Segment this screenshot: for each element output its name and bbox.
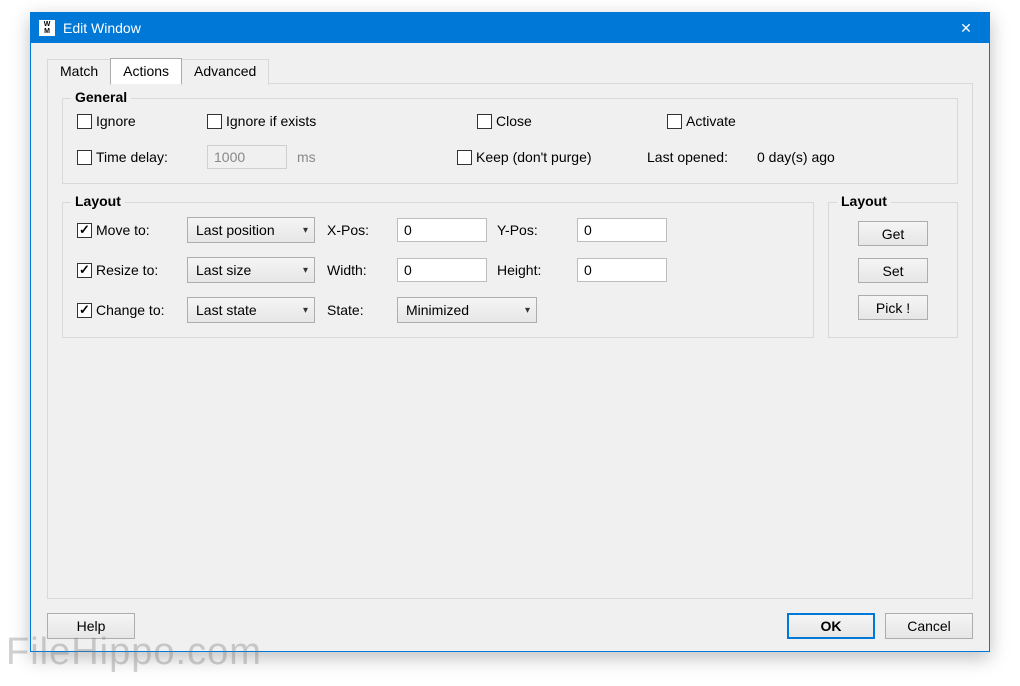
group-layout-side: Layout Get Set Pick ! xyxy=(828,202,958,338)
client-area: Match Actions Advanced General Ignore Ig… xyxy=(31,43,989,651)
checkbox-resize-to[interactable]: Resize to: xyxy=(77,262,187,278)
checkbox-box-icon xyxy=(477,114,492,129)
layout-groups-row: Layout Move to: Last position ▾ xyxy=(62,202,958,338)
checkbox-keep[interactable]: Keep (don't purge) xyxy=(457,149,647,165)
checkbox-box-icon xyxy=(77,223,92,238)
checkbox-label: Move to: xyxy=(96,222,150,238)
checkbox-label: Ignore if exists xyxy=(226,113,316,129)
width-input[interactable] xyxy=(397,258,487,282)
titlebar: WM Edit Window ✕ xyxy=(31,13,989,43)
select-move-to[interactable]: Last position ▾ xyxy=(187,217,315,243)
pick-button[interactable]: Pick ! xyxy=(858,295,928,320)
checkbox-ignore-if-exists[interactable]: Ignore if exists xyxy=(207,113,477,129)
select-state[interactable]: Minimized ▾ xyxy=(397,297,537,323)
state-label: State: xyxy=(327,302,397,318)
group-general: General Ignore Ignore if exists Close xyxy=(62,98,958,184)
xpos-input[interactable] xyxy=(397,218,487,242)
set-button[interactable]: Set xyxy=(858,258,928,283)
tab-panel-actions: General Ignore Ignore if exists Close xyxy=(47,83,973,599)
select-value: Last position xyxy=(196,222,275,238)
chevron-down-icon: ▾ xyxy=(525,305,530,316)
width-label: Width: xyxy=(327,262,397,278)
ypos-input[interactable] xyxy=(577,218,667,242)
checkbox-box-icon xyxy=(77,303,92,318)
select-value: Last state xyxy=(196,302,257,318)
chevron-down-icon: ▾ xyxy=(303,225,308,236)
checkbox-label: Resize to: xyxy=(96,262,158,278)
group-layout: Layout Move to: Last position ▾ xyxy=(62,202,814,338)
checkbox-label: Keep (don't purge) xyxy=(476,149,592,165)
close-icon[interactable]: ✕ xyxy=(943,13,989,43)
checkbox-label: Change to: xyxy=(96,302,165,318)
select-resize-to[interactable]: Last size ▾ xyxy=(187,257,315,283)
checkbox-label: Time delay: xyxy=(96,149,168,165)
tab-actions[interactable]: Actions xyxy=(110,58,182,84)
checkbox-box-icon xyxy=(77,263,92,278)
checkbox-box-icon xyxy=(77,150,92,165)
chevron-down-icon: ▾ xyxy=(303,265,308,276)
tab-advanced[interactable]: Advanced xyxy=(181,59,269,85)
select-value: Last size xyxy=(196,262,251,278)
ypos-label: Y-Pos: xyxy=(497,222,577,238)
edit-window-dialog: WM Edit Window ✕ Match Actions Advanced … xyxy=(30,12,990,652)
checkbox-label: Close xyxy=(496,113,532,129)
tab-match[interactable]: Match xyxy=(47,59,111,85)
height-input[interactable] xyxy=(577,258,667,282)
window-title: Edit Window xyxy=(63,20,943,36)
select-value: Minimized xyxy=(406,302,469,318)
checkbox-close[interactable]: Close xyxy=(477,113,667,129)
chevron-down-icon: ▾ xyxy=(303,305,308,316)
checkbox-label: Ignore xyxy=(96,113,136,129)
tabstrip: Match Actions Advanced xyxy=(47,57,973,83)
height-label: Height: xyxy=(497,262,577,278)
last-opened-label: Last opened: xyxy=(647,149,757,165)
app-icon: WM xyxy=(39,20,55,36)
checkbox-box-icon xyxy=(667,114,682,129)
checkbox-box-icon xyxy=(77,114,92,129)
checkbox-move-to[interactable]: Move to: xyxy=(77,222,187,238)
checkbox-label: Activate xyxy=(686,113,736,129)
checkbox-box-icon xyxy=(207,114,222,129)
time-delay-unit: ms xyxy=(297,149,457,165)
dialog-footer: Help OK Cancel xyxy=(47,599,973,639)
checkbox-activate[interactable]: Activate xyxy=(667,113,736,129)
checkbox-ignore[interactable]: Ignore xyxy=(77,113,207,129)
checkbox-time-delay[interactable]: Time delay: xyxy=(77,149,207,165)
time-delay-input[interactable] xyxy=(207,145,287,169)
last-opened-value: 0 day(s) ago xyxy=(757,149,835,165)
checkbox-change-to[interactable]: Change to: xyxy=(77,302,187,318)
ok-button[interactable]: OK xyxy=(787,613,875,639)
legend-layout-side: Layout xyxy=(837,193,891,209)
select-change-to[interactable]: Last state ▾ xyxy=(187,297,315,323)
legend-general: General xyxy=(71,89,131,105)
xpos-label: X-Pos: xyxy=(327,222,397,238)
get-button[interactable]: Get xyxy=(858,221,928,246)
legend-layout: Layout xyxy=(71,193,125,209)
checkbox-box-icon xyxy=(457,150,472,165)
cancel-button[interactable]: Cancel xyxy=(885,613,973,639)
help-button[interactable]: Help xyxy=(47,613,135,639)
